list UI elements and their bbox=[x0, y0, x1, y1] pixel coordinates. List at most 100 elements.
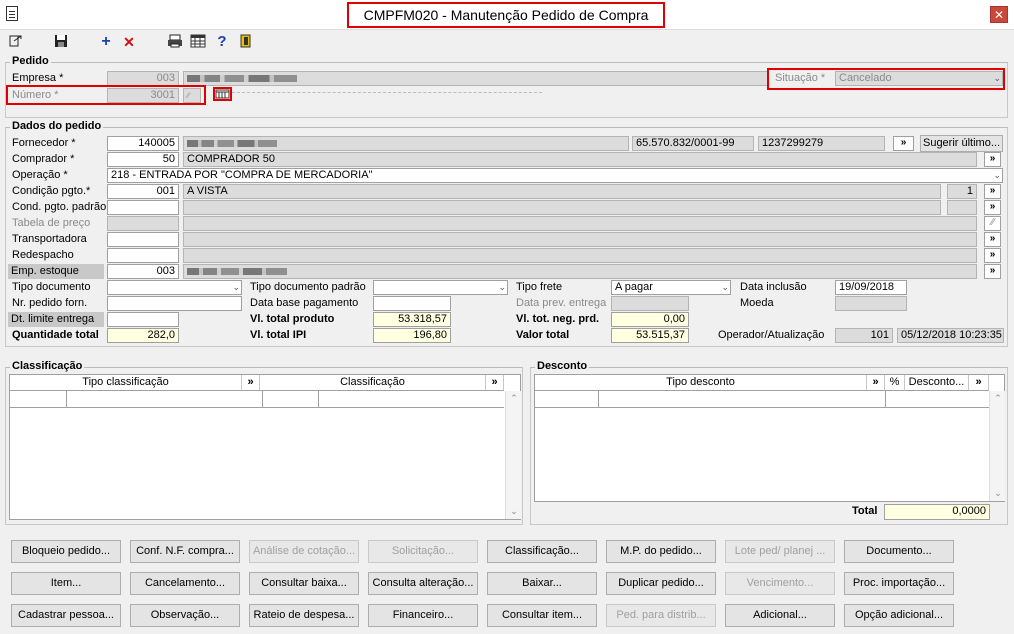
empresa-name-field[interactable] bbox=[183, 71, 768, 86]
emp-estoque-name-field[interactable] bbox=[183, 264, 977, 279]
desconto-lookup-button[interactable]: » bbox=[969, 375, 989, 391]
duplicar-pedido-button[interactable]: Duplicar pedido... bbox=[606, 572, 716, 595]
operacao-select[interactable]: 218 - ENTRADA POR "COMPRA DE MERCADORIA"… bbox=[107, 168, 1003, 183]
col-tipo-classificacao[interactable]: Tipo classificação bbox=[10, 375, 242, 391]
empresa-code-field[interactable]: 003 bbox=[107, 71, 179, 86]
fornecedor-code-field[interactable]: 140005 bbox=[107, 136, 179, 151]
observacao-button[interactable]: Observação... bbox=[130, 604, 240, 627]
redespacho-name-field[interactable] bbox=[183, 248, 977, 263]
analise-cotacao-button[interactable]: Análise de cotação... bbox=[249, 540, 359, 563]
exit-icon[interactable] bbox=[238, 34, 254, 50]
data-base-field[interactable] bbox=[373, 296, 451, 311]
cadastrar-pessoa-button[interactable]: Cadastrar pessoa... bbox=[11, 604, 121, 627]
tipo-doc-padrao-select[interactable]: ⌄ bbox=[373, 280, 508, 295]
fornecedor-lookup-button[interactable]: » bbox=[893, 136, 914, 151]
proc-importacao-button[interactable]: Proc. importação... bbox=[844, 572, 954, 595]
dt-limite-field[interactable] bbox=[107, 312, 179, 327]
calendar-icon[interactable] bbox=[213, 87, 232, 101]
solicitacao-button[interactable]: Solicitação... bbox=[368, 540, 478, 563]
col-percentual[interactable]: % bbox=[885, 375, 905, 391]
add-icon[interactable]: + bbox=[98, 34, 114, 50]
operador-field[interactable]: 101 bbox=[835, 328, 893, 343]
opcao-adicional-button[interactable]: Opção adicional... bbox=[844, 604, 954, 627]
table-row[interactable] bbox=[535, 391, 989, 408]
redespacho-lookup-button[interactable]: » bbox=[984, 248, 1001, 263]
tipo-frete-select[interactable]: A pagar ⌄ bbox=[611, 280, 731, 295]
fornecedor-name-field[interactable] bbox=[183, 136, 629, 151]
comprador-name-field[interactable]: COMPRADOR 50 bbox=[183, 152, 977, 167]
conf-nf-compra-button[interactable]: Conf. N.F. compra... bbox=[130, 540, 240, 563]
scroll-up-icon[interactable]: ⌃ bbox=[506, 393, 522, 404]
fornecedor-ie-field[interactable]: 1237299279 bbox=[758, 136, 885, 151]
item-button[interactable]: Item... bbox=[11, 572, 121, 595]
cond-padrao-parcelas-field[interactable] bbox=[947, 200, 977, 215]
data-inclusao-field[interactable]: 19/09/2018 bbox=[835, 280, 907, 295]
delete-icon[interactable]: ✕ bbox=[121, 34, 137, 50]
condicao-code-field[interactable]: 001 bbox=[107, 184, 179, 199]
bloqueio-pedido-button[interactable]: Bloqueio pedido... bbox=[11, 540, 121, 563]
scroll-up-icon[interactable]: ⌃ bbox=[990, 393, 1006, 404]
condicao-lookup-button[interactable]: » bbox=[984, 184, 1001, 199]
tipo-desconto-lookup-button[interactable]: » bbox=[867, 375, 885, 391]
sugerir-ultimo-button[interactable]: Sugerir último... bbox=[920, 135, 1003, 152]
redespacho-code-field[interactable] bbox=[107, 248, 179, 263]
cond-padrao-code-field[interactable] bbox=[107, 200, 179, 215]
tipo-documento-select[interactable]: ⌄ bbox=[107, 280, 242, 295]
consulta-alteracao-button[interactable]: Consulta alteração... bbox=[368, 572, 478, 595]
col-desconto[interactable]: Desconto... bbox=[905, 375, 969, 391]
print-icon[interactable] bbox=[167, 34, 183, 50]
transportadora-code-field[interactable] bbox=[107, 232, 179, 247]
vl-total-ipi-field[interactable]: 196,80 bbox=[373, 328, 451, 343]
emp-estoque-code-field[interactable]: 003 bbox=[107, 264, 179, 279]
condicao-parcelas-field[interactable]: 1 bbox=[947, 184, 977, 199]
export-icon[interactable] bbox=[8, 34, 24, 50]
desconto-total-field[interactable]: 0,0000 bbox=[884, 504, 990, 520]
transportadora-name-field[interactable] bbox=[183, 232, 977, 247]
comprador-code-field[interactable]: 50 bbox=[107, 152, 179, 167]
classificacao-button[interactable]: Classificação... bbox=[487, 540, 597, 563]
tabela-preco-code-field[interactable] bbox=[107, 216, 179, 231]
transportadora-lookup-button[interactable]: » bbox=[984, 232, 1001, 247]
adicional-button[interactable]: Adicional... bbox=[725, 604, 835, 627]
vl-tot-neg-field[interactable]: 0,00 bbox=[611, 312, 689, 327]
consultar-baixa-button[interactable]: Consultar baixa... bbox=[249, 572, 359, 595]
emp-estoque-lookup-button[interactable]: » bbox=[984, 264, 1001, 279]
tabela-preco-lookup-button[interactable]: ∕∕ bbox=[984, 216, 1001, 231]
vencimento-button[interactable]: Vencimento... bbox=[725, 572, 835, 595]
col-classificacao[interactable]: Classificação bbox=[260, 375, 486, 391]
fornecedor-cnpj-field[interactable]: 65.570.832/0001-99 bbox=[632, 136, 754, 151]
mp-pedido-button[interactable]: M.P. do pedido... bbox=[606, 540, 716, 563]
consultar-item-button[interactable]: Consultar item... bbox=[487, 604, 597, 627]
classificacao-grid[interactable]: Tipo classificação » Classificação » ⌃ ⌄ bbox=[9, 374, 521, 520]
atualizacao-field[interactable]: 05/12/2018 10:23:35 bbox=[897, 328, 1004, 343]
baixar-button[interactable]: Baixar... bbox=[487, 572, 597, 595]
vl-total-produto-field[interactable]: 53.318,57 bbox=[373, 312, 451, 327]
scroll-down-icon[interactable]: ⌄ bbox=[990, 488, 1006, 499]
classificacao-lookup-button[interactable]: » bbox=[486, 375, 504, 391]
rateio-despesa-button[interactable]: Rateio de despesa... bbox=[249, 604, 359, 627]
cond-padrao-lookup-button[interactable]: » bbox=[984, 200, 1001, 215]
tabela-preco-name-field[interactable] bbox=[183, 216, 977, 231]
classificacao-scrollbar[interactable]: ⌃ ⌄ bbox=[505, 391, 521, 519]
table-row[interactable] bbox=[10, 391, 504, 408]
condicao-name-field[interactable]: A VISTA bbox=[183, 184, 941, 199]
tipo-classificacao-lookup-button[interactable]: » bbox=[242, 375, 260, 391]
nr-pedido-field[interactable] bbox=[107, 296, 242, 311]
help-icon[interactable]: ? bbox=[214, 34, 230, 50]
lote-ped-planej-button[interactable]: Lote ped/ planej ... bbox=[725, 540, 835, 563]
cancelamento-button[interactable]: Cancelamento... bbox=[130, 572, 240, 595]
close-button[interactable]: ✕ bbox=[990, 6, 1008, 23]
scroll-down-icon[interactable]: ⌄ bbox=[506, 506, 522, 517]
desconto-scrollbar[interactable]: ⌃ ⌄ bbox=[989, 391, 1005, 501]
qtd-total-field[interactable]: 282,0 bbox=[107, 328, 179, 343]
valor-total-field[interactable]: 53.515,37 bbox=[611, 328, 689, 343]
documento-button[interactable]: Documento... bbox=[844, 540, 954, 563]
ped-para-distrib-button[interactable]: Ped. para distrib... bbox=[606, 604, 716, 627]
col-tipo-desconto[interactable]: Tipo desconto bbox=[535, 375, 867, 391]
desconto-grid[interactable]: Tipo desconto » % Desconto... » ⌃ ⌄ bbox=[534, 374, 1005, 502]
save-icon[interactable] bbox=[53, 34, 69, 50]
data-prev-field[interactable] bbox=[611, 296, 689, 311]
comprador-lookup-button[interactable]: » bbox=[984, 152, 1001, 167]
calculator-icon[interactable] bbox=[190, 34, 206, 50]
moeda-field[interactable] bbox=[835, 296, 907, 311]
